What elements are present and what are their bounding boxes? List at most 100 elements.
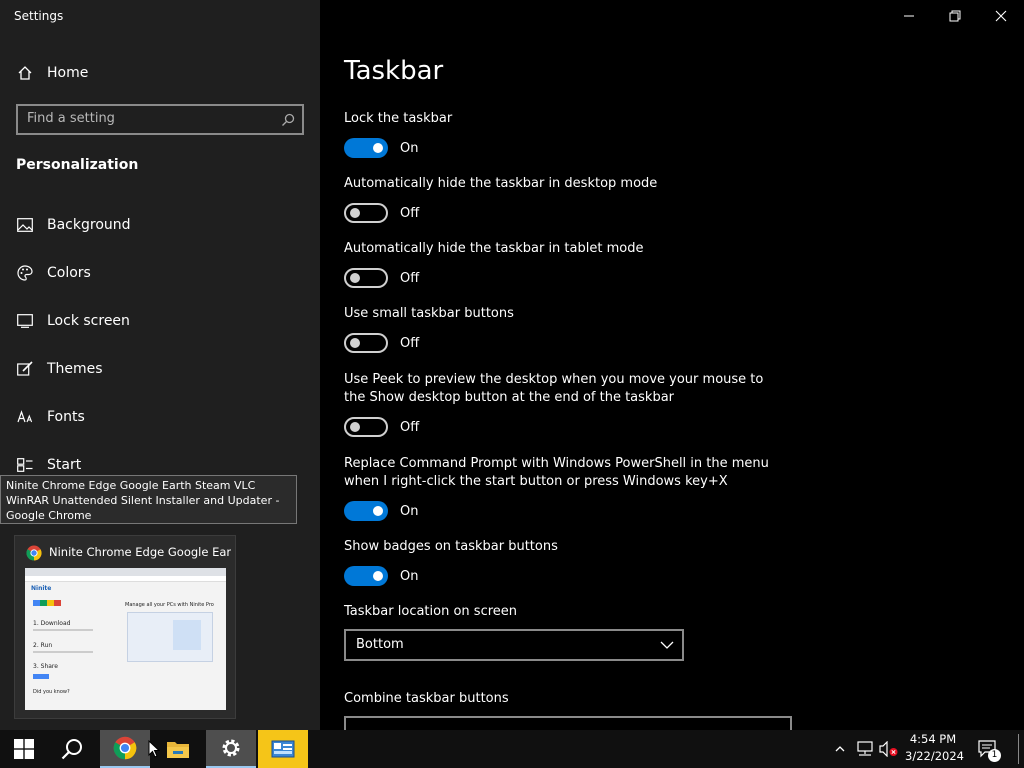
- taskbar-file-explorer-button[interactable]: [154, 730, 202, 768]
- control-panel-icon: [271, 740, 295, 758]
- background-icon: [16, 216, 34, 234]
- toggle-state: On: [400, 503, 419, 519]
- page-title: Taskbar: [344, 56, 444, 86]
- taskbar-location-dropdown[interactable]: Bottom: [344, 629, 684, 661]
- start-button[interactable]: [0, 730, 48, 768]
- dropdown-value: Bottom: [356, 637, 404, 652]
- setting-lock-taskbar: Lock the taskbar On: [344, 110, 784, 158]
- toggle-switch[interactable]: [344, 268, 388, 288]
- notification-count-badge: 1: [988, 749, 1001, 762]
- setting-badges: Show badges on taskbar buttons On: [344, 538, 784, 586]
- sidebar-item-label: Themes: [47, 361, 103, 377]
- taskbar-chrome-button[interactable]: [100, 730, 150, 768]
- setting-label: Lock the taskbar: [344, 111, 453, 126]
- chrome-icon: [113, 736, 137, 760]
- toggle-switch[interactable]: [344, 566, 388, 586]
- sidebar-item-label: Background: [47, 217, 131, 233]
- close-button[interactable]: [978, 4, 1024, 28]
- sidebar-item-label: Colors: [47, 265, 91, 281]
- combine-buttons-dropdown[interactable]: [344, 716, 792, 730]
- step-share: 3. Share: [33, 663, 58, 670]
- windows-logo-icon: [14, 739, 34, 759]
- did-you-know: Did you know?: [33, 689, 70, 695]
- nav-home[interactable]: Home: [16, 60, 88, 86]
- toggle-state: On: [400, 568, 419, 584]
- toggle-state: Off: [400, 419, 420, 435]
- setting-label: Replace Command Prompt with Windows Powe…: [344, 456, 769, 489]
- gear-icon: [222, 739, 240, 757]
- ninite-brand: Ninite: [31, 585, 52, 592]
- windows-taskbar: 4:54 PM 3/22/2024 1: [0, 730, 1024, 768]
- show-desktop-button[interactable]: [1018, 734, 1019, 764]
- thumbnail-image: Ninite 1. Download 2. Run 3. Share Did y…: [25, 568, 226, 710]
- toggle-switch[interactable]: [344, 203, 388, 223]
- sidebar-item-lock-screen[interactable]: Lock screen: [16, 308, 130, 334]
- close-icon: [995, 10, 1007, 22]
- chevron-down-icon: [660, 641, 674, 649]
- action-center-button[interactable]: 1: [972, 730, 1004, 768]
- toggle-switch[interactable]: [344, 501, 388, 521]
- toggle-switch[interactable]: [344, 138, 388, 158]
- section-title: Personalization: [16, 157, 139, 173]
- setting-small-buttons: Use small taskbar buttons Off: [344, 305, 784, 353]
- toggle-switch[interactable]: [344, 417, 388, 437]
- taskbar-app-button[interactable]: [258, 730, 308, 768]
- clock-date: 3/22/2024: [905, 749, 964, 763]
- toggle-state: Off: [400, 335, 420, 351]
- search-icon[interactable]: [281, 112, 295, 131]
- sidebar-item-label: Start: [47, 457, 82, 473]
- network-icon: [857, 741, 873, 756]
- window-thumbnail-preview[interactable]: Ninite Chrome Edge Google Ear... Ninite …: [14, 535, 236, 719]
- clock-time: 4:54 PM: [909, 732, 957, 746]
- start-icon: [16, 456, 34, 474]
- home-icon: [16, 64, 34, 82]
- sidebar-item-themes[interactable]: Themes: [16, 356, 103, 382]
- restore-icon: [949, 10, 961, 22]
- toggle-state: Off: [400, 270, 420, 286]
- fonts-icon: [16, 408, 34, 426]
- search-input[interactable]: [27, 111, 267, 126]
- restore-button[interactable]: [932, 4, 978, 28]
- setting-label: Automatically hide the taskbar in tablet…: [344, 241, 644, 256]
- thumbnail-title: Ninite Chrome Edge Google Ear...: [49, 545, 231, 559]
- sidebar-item-fonts[interactable]: Fonts: [16, 404, 85, 430]
- lock-screen-icon: [16, 312, 34, 330]
- sidebar-item-background[interactable]: Background: [16, 212, 131, 238]
- volume-muted-icon: [879, 741, 898, 757]
- step-download: 1. Download: [33, 620, 71, 627]
- search-box[interactable]: [16, 104, 304, 135]
- volume-button[interactable]: [878, 730, 900, 768]
- toggle-state: On: [400, 140, 419, 156]
- window-title: Settings: [14, 9, 64, 23]
- pro-headline: Manage all your PCs with Ninite Pro: [125, 602, 214, 608]
- minimize-button[interactable]: [886, 4, 932, 28]
- network-status-button[interactable]: [854, 730, 876, 768]
- themes-icon: [16, 360, 34, 378]
- search-icon: [61, 739, 82, 760]
- setting-label: Show badges on taskbar buttons: [344, 539, 558, 554]
- setting-combine: Combine taskbar buttons: [344, 690, 784, 708]
- taskbar-settings-button[interactable]: [206, 730, 256, 768]
- toggle-switch[interactable]: [344, 333, 388, 353]
- show-hidden-icons-button[interactable]: [832, 730, 848, 768]
- folder-icon: [167, 742, 189, 758]
- setting-location: Taskbar location on screen: [344, 603, 784, 621]
- toggle-state: Off: [400, 205, 420, 221]
- sidebar-item-label: Fonts: [47, 409, 85, 425]
- chevron-up-icon: [835, 746, 845, 752]
- search-taskbar-button[interactable]: [48, 730, 96, 768]
- setting-label: Taskbar location on screen: [344, 604, 518, 619]
- setting-label: Use small taskbar buttons: [344, 306, 514, 321]
- sidebar-item-colors[interactable]: Colors: [16, 260, 91, 286]
- settings-main: Taskbar Lock the taskbar On Automaticall…: [320, 0, 1024, 730]
- nav-home-label: Home: [47, 65, 89, 81]
- setting-label: Automatically hide the taskbar in deskto…: [344, 176, 658, 191]
- step-run: 2. Run: [33, 642, 53, 649]
- taskbar-tooltip: Ninite Chrome Edge Google Earth Steam VL…: [0, 475, 297, 524]
- setting-powershell: Replace Command Prompt with Windows Powe…: [344, 455, 784, 521]
- clock[interactable]: 4:54 PM 3/22/2024: [905, 731, 964, 765]
- minimize-icon: [904, 15, 914, 17]
- setting-autohide-tablet: Automatically hide the taskbar in tablet…: [344, 240, 784, 288]
- sidebar-item-label: Lock screen: [47, 313, 130, 329]
- setting-autohide-desktop: Automatically hide the taskbar in deskto…: [344, 175, 784, 223]
